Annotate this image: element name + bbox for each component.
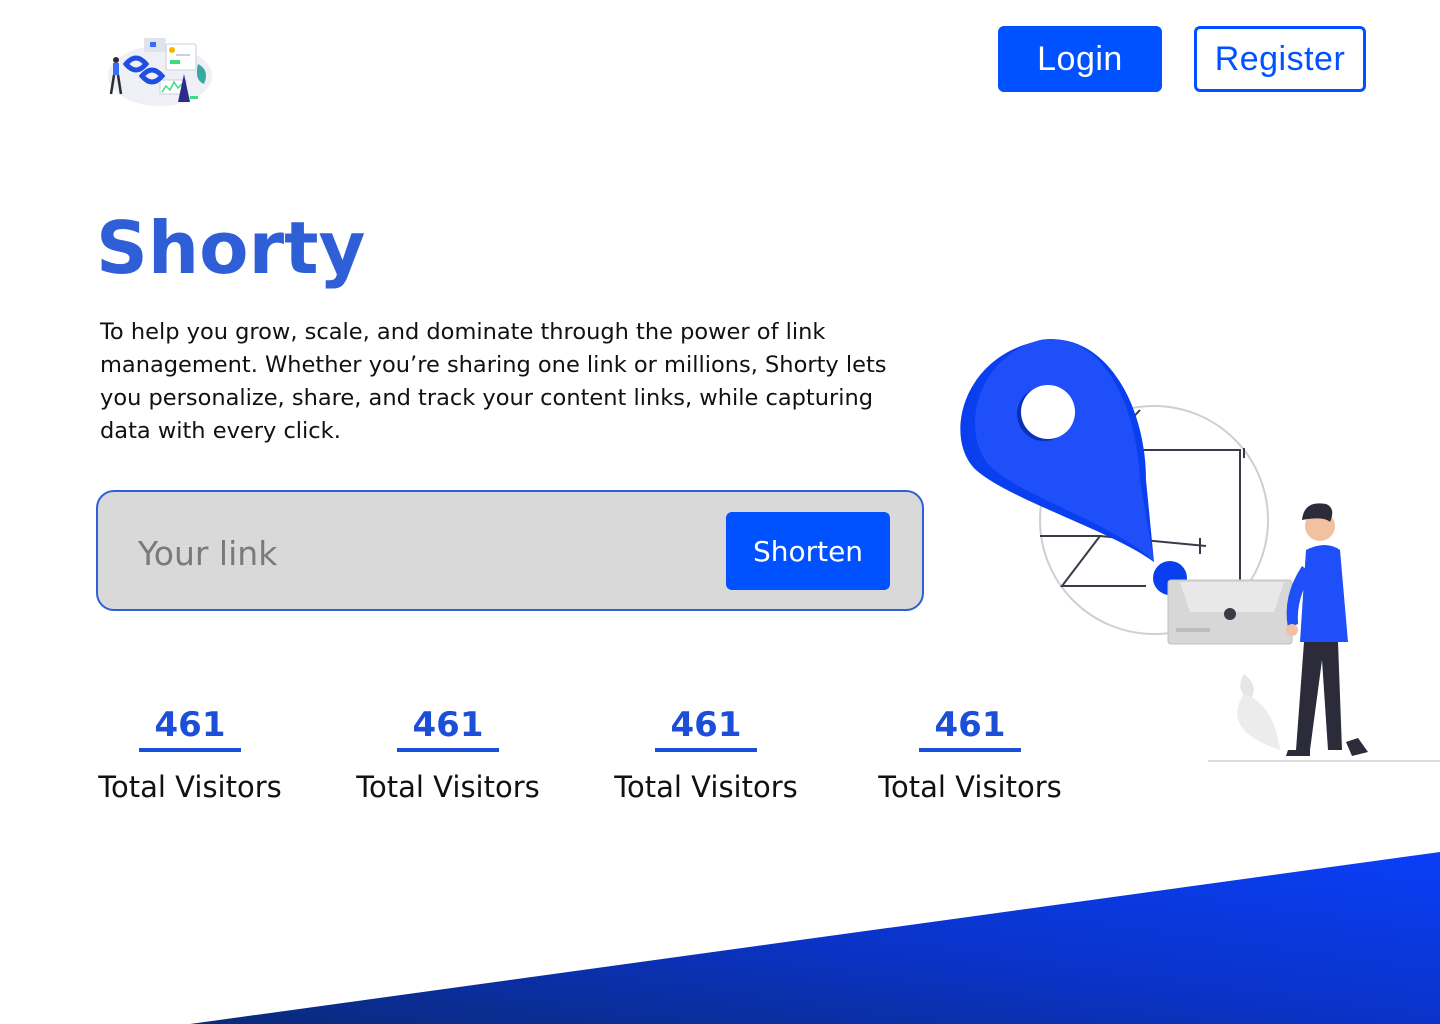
stat-label: Total Visitors <box>98 770 282 804</box>
stat-value: 461 <box>396 704 500 752</box>
stat-label: Total Visitors <box>614 770 798 804</box>
stat-card: 461 Total Visitors <box>596 704 816 804</box>
link-shortener-form: Shorten <box>96 490 924 611</box>
login-button[interactable]: Login <box>998 26 1162 92</box>
shorten-button[interactable]: Shorten <box>726 512 890 590</box>
stat-label: Total Visitors <box>356 770 540 804</box>
register-button[interactable]: Register <box>1194 26 1366 92</box>
stat-card: 461 Total Visitors <box>338 704 558 804</box>
link-analytics-icon <box>108 38 212 106</box>
link-input[interactable] <box>138 518 698 588</box>
location-pin-person-icon <box>960 339 1440 762</box>
logo[interactable] <box>104 30 216 110</box>
hero-description: To help you grow, scale, and dominate th… <box>100 319 887 444</box>
stat-value: 461 <box>654 704 758 752</box>
hero-illustration <box>950 330 1440 770</box>
page-title: Shorty <box>96 206 366 290</box>
stat-label: Total Visitors <box>878 770 1062 804</box>
stat-value: 461 <box>138 704 242 752</box>
stat-card: 461 Total Visitors <box>80 704 300 804</box>
